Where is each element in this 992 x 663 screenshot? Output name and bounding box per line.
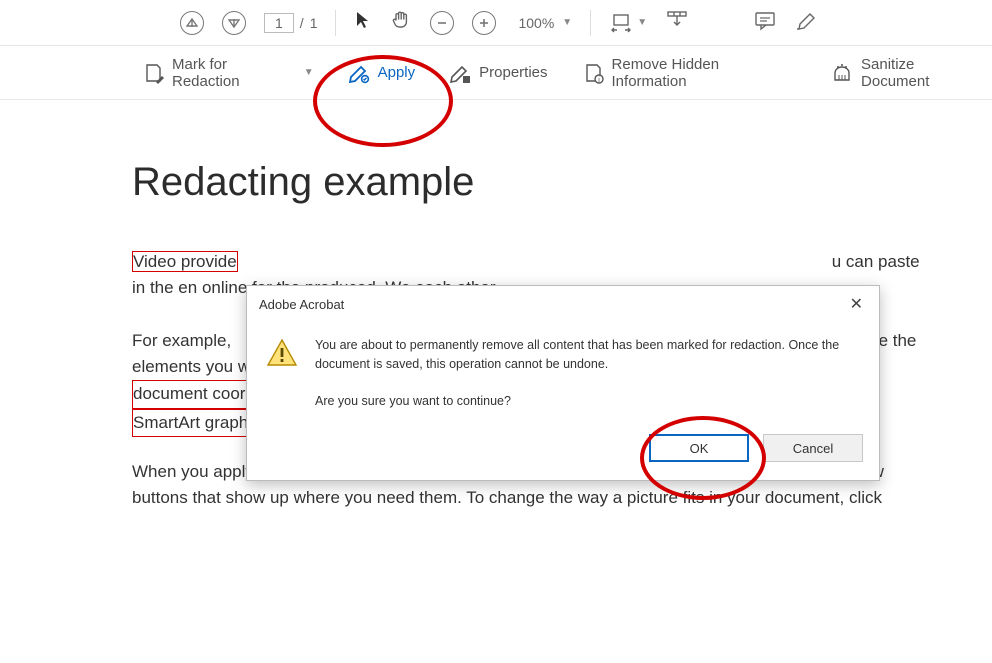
selection-tool-icon[interactable] <box>354 10 372 35</box>
mark-for-redaction-label: Mark for Redaction <box>172 56 298 90</box>
page-sep: / <box>300 15 304 31</box>
page-total: 1 <box>310 15 318 31</box>
mark-for-redaction-button[interactable]: Mark for Redaction ▼ <box>136 52 320 94</box>
dialog-question: Are you sure you want to continue? <box>315 392 861 411</box>
zoom-dropdown-icon[interactable]: ▼ <box>562 17 572 28</box>
mark-redaction-icon <box>142 62 164 84</box>
properties-button[interactable]: Properties <box>443 58 553 88</box>
separator <box>335 10 336 36</box>
apply-icon <box>348 62 370 84</box>
zoom-in-button[interactable] <box>472 11 496 35</box>
apply-label: Apply <box>378 64 416 81</box>
remove-hidden-label: Remove Hidden Information <box>612 56 798 90</box>
dialog-title: Adobe Acrobat <box>259 297 344 312</box>
scroll-up-button[interactable] <box>180 11 204 35</box>
remove-hidden-icon: i <box>582 62 604 84</box>
viewer-toolbar: 1 / 1 100% ▼ ▼ <box>0 0 992 46</box>
separator <box>590 10 591 36</box>
page-indicator: 1 / 1 <box>264 13 317 33</box>
highlight-icon[interactable] <box>795 9 819 36</box>
redaction-mark[interactable]: Video provide <box>132 251 238 272</box>
chevron-down-icon: ▼ <box>637 17 647 28</box>
cancel-button[interactable]: Cancel <box>763 434 863 462</box>
properties-label: Properties <box>479 64 547 81</box>
ok-button[interactable]: OK <box>649 434 749 462</box>
properties-icon <box>449 62 471 84</box>
dialog-message: You are about to permanently remove all … <box>315 336 861 374</box>
confirm-dialog: Adobe Acrobat ✕ You are about to permane… <box>246 285 880 481</box>
sanitize-button[interactable]: Sanitize Document <box>825 52 992 94</box>
scroll-down-button[interactable] <box>222 11 246 35</box>
paragraph-text: For example, <box>132 331 236 350</box>
fit-width-button[interactable]: ▼ <box>609 12 647 34</box>
close-icon[interactable]: ✕ <box>844 292 869 316</box>
sanitize-icon <box>831 62 853 84</box>
page-number-input[interactable]: 1 <box>264 13 294 33</box>
page-display-button[interactable] <box>665 9 689 36</box>
comment-icon[interactable] <box>753 9 777 36</box>
hand-tool-icon[interactable] <box>390 9 412 36</box>
doc-title: Redacting example <box>132 160 932 205</box>
redaction-toolbar: Mark for Redaction ▼ Apply Properties i … <box>0 46 992 100</box>
chevron-down-icon[interactable]: ▼ <box>304 67 314 78</box>
warning-icon <box>265 336 299 370</box>
apply-button[interactable]: Apply <box>342 58 422 88</box>
sanitize-label: Sanitize Document <box>861 56 986 90</box>
zoom-level[interactable]: 100% <box>514 14 558 32</box>
remove-hidden-button[interactable]: i Remove Hidden Information <box>576 52 804 94</box>
zoom-out-button[interactable] <box>430 11 454 35</box>
